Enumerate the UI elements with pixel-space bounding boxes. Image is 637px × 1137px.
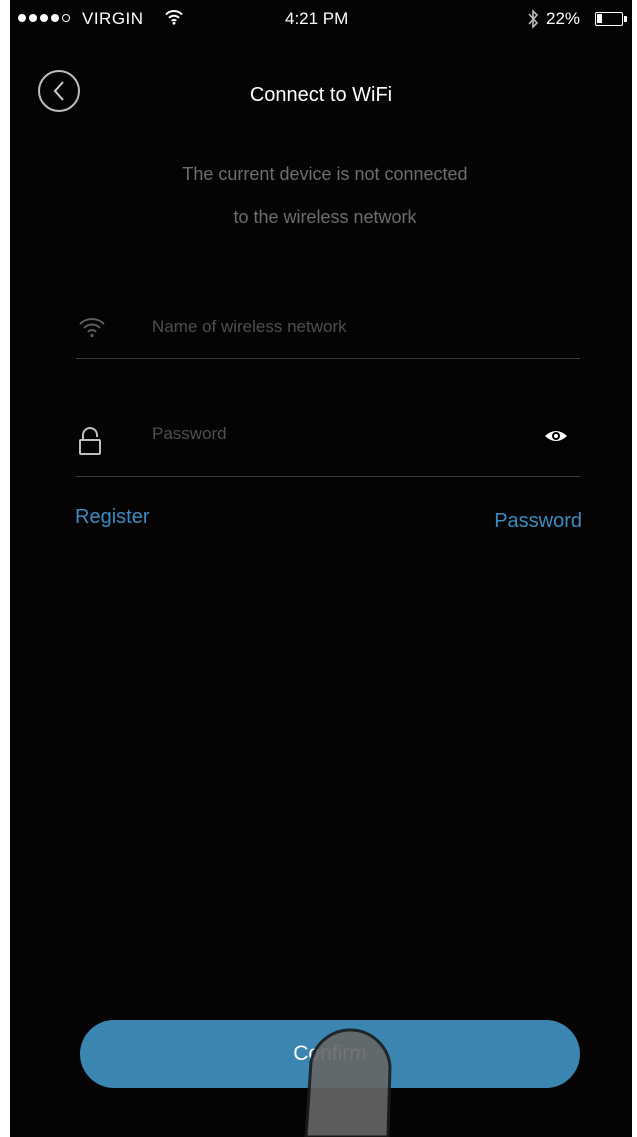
battery-percentage: 22% bbox=[546, 9, 581, 28]
wifi-name-field bbox=[76, 298, 580, 359]
page-title: Connect to WiFi bbox=[249, 84, 393, 106]
battery-icon bbox=[595, 12, 627, 26]
register-link[interactable]: Register bbox=[75, 506, 149, 529]
eye-icon[interactable] bbox=[544, 428, 568, 449]
lock-icon bbox=[78, 426, 102, 463]
carrier-name: VIRGIN bbox=[82, 9, 144, 28]
confirm-button[interactable]: Confirm bbox=[80, 1020, 580, 1088]
password-field bbox=[76, 404, 580, 477]
wifi-name-input[interactable] bbox=[152, 298, 502, 356]
signal-strength-icon bbox=[18, 14, 70, 22]
status-bar: VIRGIN 4:21 PM 22% bbox=[10, 0, 632, 40]
phone-screen: VIRGIN 4:21 PM 22% Connect to WiFi The c… bbox=[10, 0, 632, 1137]
wifi-status-icon bbox=[165, 9, 183, 30]
password-link[interactable]: Password bbox=[494, 510, 582, 533]
wifi-icon bbox=[78, 316, 106, 343]
status-time: 4:21 PM bbox=[285, 9, 349, 28]
bluetooth-icon bbox=[527, 9, 539, 34]
connection-message-line-1: The current device is not connected bbox=[182, 164, 468, 184]
password-input[interactable] bbox=[152, 404, 502, 464]
connection-message: The current device is not connected to t… bbox=[110, 153, 540, 239]
connection-message-line-2: to the wireless network bbox=[233, 207, 417, 227]
